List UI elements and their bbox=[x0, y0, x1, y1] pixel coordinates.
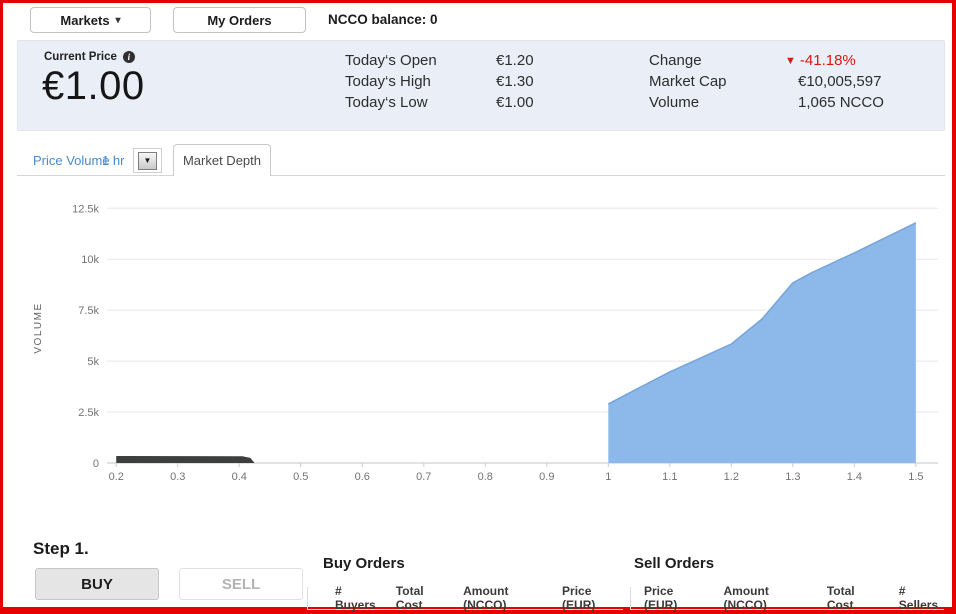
tab-market-depth-label: Market Depth bbox=[183, 153, 261, 168]
stat-row-volume: Volume 1,065 NCCO bbox=[649, 92, 884, 113]
sell-orders-header-row: Price (EUR) Amount (NCCO) Total Cost # S… bbox=[630, 587, 944, 610]
chevron-down-icon: ▾ bbox=[116, 15, 121, 26]
dropdown-arrow-icon: ▼ bbox=[138, 152, 157, 170]
svg-text:0.2: 0.2 bbox=[109, 471, 124, 483]
column-header: Price (EUR) bbox=[644, 584, 705, 612]
svg-text:1.5: 1.5 bbox=[908, 471, 923, 483]
column-header: Price (EUR) bbox=[562, 584, 623, 612]
interval-link[interactable]: 1 hr bbox=[102, 153, 124, 168]
svg-text:0.5: 0.5 bbox=[293, 471, 308, 483]
interval-dropdown[interactable]: ▼ bbox=[133, 148, 162, 173]
buy-button[interactable]: BUY bbox=[35, 568, 159, 600]
stat-row-high: Today‘s High €1.30 bbox=[345, 71, 534, 92]
info-icon[interactable]: i bbox=[123, 51, 135, 63]
current-price-label: Current Price i bbox=[44, 51, 135, 63]
svg-text:0.6: 0.6 bbox=[355, 471, 370, 483]
stat-value: €1.00 bbox=[496, 94, 534, 111]
column-header: # Sellers bbox=[899, 584, 944, 612]
current-price-label-text: Current Price bbox=[44, 51, 117, 63]
today-stats-column: Today‘s Open €1.20 Today‘s High €1.30 To… bbox=[345, 50, 534, 113]
column-header: Amount (NCCO) bbox=[724, 584, 808, 612]
stat-value: €1.30 bbox=[496, 73, 534, 90]
svg-text:1.4: 1.4 bbox=[847, 471, 862, 483]
svg-text:7.5k: 7.5k bbox=[78, 305, 99, 317]
market-depth-chart: 0 2.5k 5k 7.5k 10k 12.5k 0.2 0.3 0.4 0.5 0.6 0.7 0.8… bbox=[17, 181, 945, 493]
buy-orders-header-row: # Buyers Total Cost Amount (NCCO) Price … bbox=[307, 587, 623, 610]
svg-text:1.2: 1.2 bbox=[724, 471, 739, 483]
buy-orders-title: Buy Orders bbox=[323, 555, 405, 572]
svg-text:5k: 5k bbox=[87, 356, 99, 368]
sell-orders-title: Sell Orders bbox=[634, 555, 714, 572]
column-header: Total Cost bbox=[827, 584, 880, 612]
stat-value: €10,005,597 bbox=[798, 73, 881, 90]
trading-page: { "topbar": { "markets_label": "Markets"… bbox=[0, 0, 956, 614]
stat-value: 1,065 NCCO bbox=[798, 94, 884, 111]
ncco-balance: NCCO balance: 0 bbox=[328, 12, 438, 27]
stat-row-open: Today‘s Open €1.20 bbox=[345, 50, 534, 71]
stat-label: Change bbox=[649, 52, 785, 69]
svg-text:0.8: 0.8 bbox=[478, 471, 493, 483]
stat-label: Volume bbox=[649, 94, 785, 111]
tab-divider bbox=[17, 175, 945, 176]
column-header: Total Cost bbox=[396, 584, 449, 612]
column-header: Amount (NCCO) bbox=[463, 584, 548, 612]
svg-text:1.3: 1.3 bbox=[785, 471, 800, 483]
stat-row-low: Today‘s Low €1.00 bbox=[345, 92, 534, 113]
tab-price-volume[interactable]: Price Volume bbox=[33, 153, 110, 168]
stat-label: Today‘s Open bbox=[345, 52, 496, 69]
stat-value: €1.20 bbox=[496, 52, 534, 69]
tab-market-depth[interactable]: Market Depth bbox=[173, 144, 271, 176]
svg-text:0.4: 0.4 bbox=[232, 471, 247, 483]
my-orders-label: My Orders bbox=[207, 13, 271, 28]
current-price-value: €1.00 bbox=[42, 64, 145, 109]
stat-row-change: Change ▼ -41.18% bbox=[649, 50, 884, 71]
svg-text:0.9: 0.9 bbox=[539, 471, 554, 483]
svg-text:0: 0 bbox=[93, 458, 99, 470]
change-value: -41.18% bbox=[800, 52, 856, 69]
stat-row-marketcap: Market Cap €10,005,597 bbox=[649, 71, 884, 92]
markets-menu-button[interactable]: Markets ▾ bbox=[30, 7, 151, 33]
markets-menu-label: Markets bbox=[60, 13, 109, 28]
step-heading: Step 1. bbox=[33, 539, 89, 559]
svg-text:1: 1 bbox=[605, 471, 611, 483]
sell-button[interactable]: SELL bbox=[179, 568, 303, 600]
column-header: # Buyers bbox=[335, 584, 382, 612]
svg-text:0.7: 0.7 bbox=[416, 471, 431, 483]
svg-text:12.5k: 12.5k bbox=[72, 203, 99, 215]
svg-text:0.3: 0.3 bbox=[170, 471, 185, 483]
svg-text:1.1: 1.1 bbox=[662, 471, 677, 483]
market-stats-column: Change ▼ -41.18% Market Cap €10,005,597 … bbox=[649, 50, 884, 113]
svg-text:10k: 10k bbox=[81, 254, 99, 266]
stat-label: Today‘s Low bbox=[345, 94, 496, 111]
stat-label: Market Cap bbox=[649, 73, 785, 90]
price-summary-panel: Current Price i €1.00 Today‘s Open €1.20… bbox=[17, 40, 945, 131]
triangle-down-icon: ▼ bbox=[785, 55, 796, 67]
svg-text:2.5k: 2.5k bbox=[78, 407, 99, 419]
svg-text:VOLUME: VOLUME bbox=[33, 302, 44, 353]
stat-label: Today‘s High bbox=[345, 73, 496, 90]
my-orders-button[interactable]: My Orders bbox=[173, 7, 306, 33]
